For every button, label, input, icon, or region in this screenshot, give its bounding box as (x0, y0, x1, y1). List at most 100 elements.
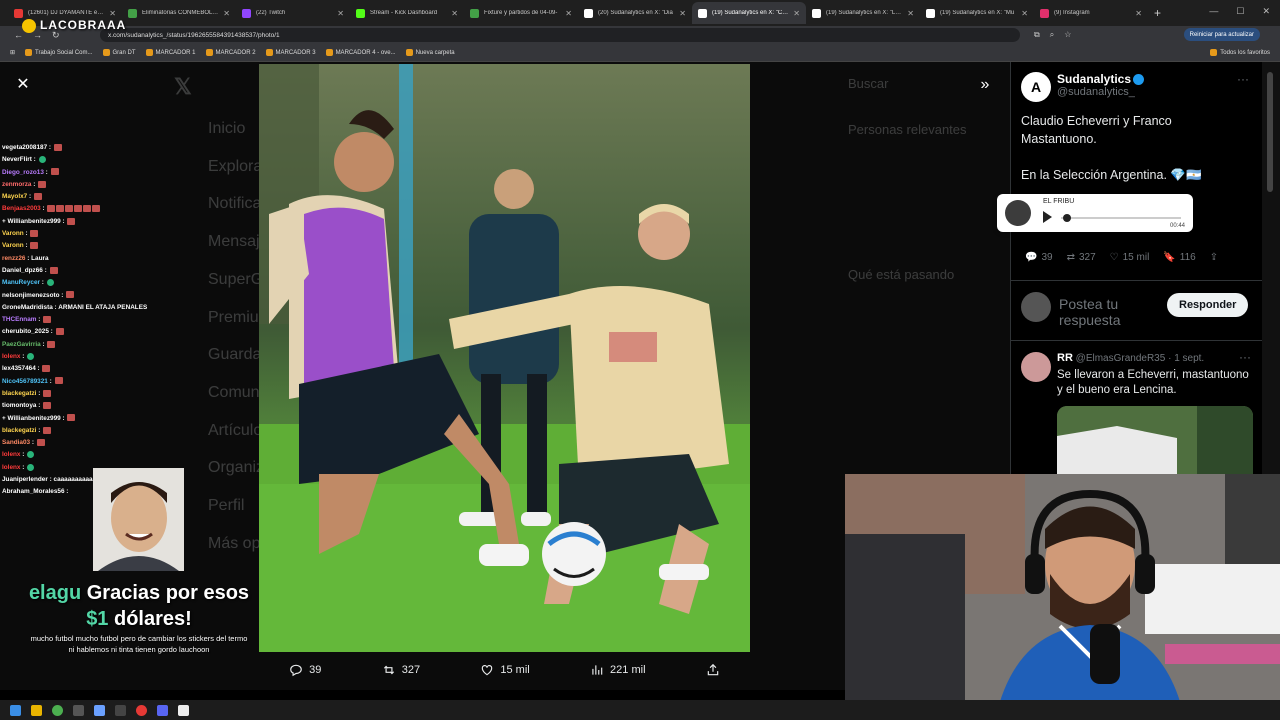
chat-emote-icon (43, 315, 52, 323)
tab-close-icon[interactable]: ✕ (1135, 9, 1142, 18)
chat-message: THCEnnam : (2, 314, 172, 326)
like-button[interactable]: ♡ 15 mil (1110, 252, 1150, 263)
browser-tab[interactable]: (22) Twitch ✕ (236, 2, 350, 24)
chat-username: Varonn (2, 230, 24, 238)
chat-message: NeverFlirt : (2, 154, 172, 166)
apps-icon[interactable]: ⊞ (10, 49, 15, 56)
reply-author-name[interactable]: RR (1057, 352, 1073, 364)
chat-username: Nico456789321 (2, 377, 48, 385)
browser-tab[interactable]: (19) Sudanalytics en X: "La fe ✕ (806, 2, 920, 24)
chat-message: GroneMadridista : ARMANI EL ATAJA PENALE… (2, 303, 148, 311)
scroll-thumb[interactable] (1267, 72, 1273, 192)
audio-progress-handle[interactable] (1063, 214, 1071, 222)
author-name[interactable]: Sudanalytics (1057, 72, 1131, 86)
tab-close-icon[interactable]: ✕ (337, 9, 344, 18)
tab-title: (19) Sudanalytics en X: "Clau (712, 10, 789, 16)
bookmark-item[interactable]: MARCADOR 4 - ove... (325, 49, 396, 56)
chat-username: cherubito_2025 (2, 328, 49, 336)
browser-tab[interactable]: (19) Sudanalytics en X: "Clau ✕ (692, 2, 806, 24)
obs-icon[interactable] (136, 704, 147, 716)
chat-emote-icon (27, 463, 35, 471)
bookmark-button[interactable]: 🔖 116 (1163, 252, 1195, 263)
reply-more-icon[interactable]: ··· (1239, 350, 1251, 364)
tab-close-icon[interactable]: ✕ (907, 9, 914, 18)
star-icon[interactable]: ☆ (1064, 30, 1071, 40)
share-button[interactable]: ⇪ (1210, 252, 1218, 263)
author-handle[interactable]: @sudanalytics_ (1057, 86, 1144, 98)
photo-repost-button[interactable]: 327 (382, 663, 420, 677)
tab-close-icon[interactable]: ✕ (109, 9, 116, 18)
reply-author-handle[interactable]: @ElmasGrandeR35 · 1 sept. (1076, 353, 1205, 364)
play-icon[interactable] (1043, 211, 1052, 223)
repost-button[interactable]: ⇄ 327 (1067, 252, 1096, 263)
author-info[interactable]: Sudanalytics @sudanalytics_ (1057, 72, 1145, 98)
browser-tab[interactable]: (20) Sudanalytics en X: "Dia ✕ (578, 2, 692, 24)
window-controls[interactable]: — ☐ ✕ (1209, 6, 1270, 17)
tab-close-icon[interactable]: ✕ (679, 9, 686, 18)
bookmark-item[interactable]: Gran DT (102, 49, 136, 56)
tab-close-icon[interactable]: ✕ (793, 9, 800, 18)
reply-button[interactable]: 💬 39 (1025, 252, 1053, 263)
tweet-text-line-1: Claudio Echeverri y Franco Mastantuono. (1021, 114, 1172, 146)
zoom-icon[interactable]: ⌕ (1050, 30, 1054, 40)
tab-title: (19) Sudanalytics en X: "Mu (940, 10, 1015, 16)
microphone-icon (1005, 200, 1031, 226)
file-explorer-icon[interactable] (31, 704, 42, 716)
donation-user: elagu (28, 582, 82, 604)
photo-reply-button[interactable]: 39 (289, 663, 321, 677)
photo-like-button[interactable]: 15 mil (480, 663, 530, 677)
tab-close-icon[interactable]: ✕ (223, 9, 230, 18)
audio-progress-track[interactable] (1061, 217, 1181, 219)
viewer-webcam (93, 468, 184, 571)
discord-icon[interactable] (157, 704, 168, 716)
tab-close-icon[interactable]: ✕ (451, 9, 458, 18)
install-icon[interactable]: ⧉ (1034, 30, 1040, 40)
heart-icon: ♡ (1109, 252, 1119, 263)
browser-tab[interactable]: (19) Sudanalytics en X: "Mu ✕ (920, 2, 1034, 24)
app-icon[interactable] (94, 704, 105, 716)
x-right-heading: Buscar (848, 76, 889, 91)
bookmark-item[interactable]: MARCADOR 1 (145, 49, 196, 56)
chat-emote-icon (27, 451, 35, 459)
tab-favicon-icon (584, 8, 593, 18)
browser-tab[interactable]: (9) Instagram ✕ (1034, 2, 1148, 24)
start-icon[interactable] (10, 704, 21, 716)
reply-submit-button[interactable]: Responder (1167, 293, 1249, 317)
more-options-icon[interactable]: ··· (1237, 72, 1249, 86)
close-window-icon[interactable]: ✕ (1262, 6, 1270, 17)
bookmark-item[interactable]: Trabajo Social Com... (25, 49, 93, 56)
tweet-photo[interactable] (259, 64, 750, 652)
bookmark-item[interactable]: Nueva carpeta (405, 49, 455, 56)
minimize-icon[interactable]: — (1209, 6, 1218, 17)
chat-username: Mayolx7 (2, 193, 28, 201)
tab-title: Eliminatorias CONMEBOL - P (142, 10, 219, 16)
football-training-photo (259, 64, 750, 652)
tab-close-icon[interactable]: ✕ (565, 9, 572, 18)
chrome-icon[interactable] (52, 704, 63, 716)
browser-tab[interactable]: Fixture y partidos de 04-09- ✕ (464, 2, 578, 24)
chat-message: Sandia03 : (2, 437, 172, 449)
bookmark-item[interactable]: MARCADOR 3 (265, 49, 316, 56)
browser-tab[interactable]: Eliminatorias CONMEBOL - P ✕ (122, 2, 236, 24)
all-bookmarks-button[interactable]: Todos los favoritos (1210, 49, 1270, 56)
bookmark-item[interactable]: MARCADOR 2 (205, 49, 256, 56)
reply-input[interactable]: Postea tu respuesta (1059, 296, 1169, 328)
reply-header: RR @ElmasGrandeR35 · 1 sept. (1057, 352, 1204, 364)
photo-views-button[interactable]: 221 mil (590, 663, 646, 677)
maximize-icon[interactable]: ☐ (1236, 6, 1244, 17)
audio-player-widget: EL FRIBU 00:44 (997, 194, 1193, 232)
update-button[interactable]: Reiniciar para actualizar (1183, 28, 1260, 41)
app-icon[interactable] (178, 704, 189, 716)
url-input[interactable]: x.com/sudanalytics_/status/1962655584391… (100, 28, 1020, 42)
toggle-sidebar-icon[interactable]: » (972, 74, 998, 96)
photo-share-button[interactable] (706, 663, 720, 677)
new-tab-button[interactable]: + (1154, 6, 1161, 20)
tab-close-icon[interactable]: ✕ (1021, 9, 1028, 18)
close-photo-button[interactable]: ✕ (12, 74, 34, 96)
app-icon[interactable] (115, 704, 126, 716)
browser-tab[interactable]: Stream - Kick Dashboard ✕ (350, 2, 464, 24)
app-icon[interactable] (73, 704, 84, 716)
toolbar-icons: ⧉ ⌕ ☆ (1034, 30, 1071, 40)
reply-author-avatar[interactable] (1021, 352, 1051, 382)
author-avatar[interactable]: A (1021, 72, 1051, 102)
